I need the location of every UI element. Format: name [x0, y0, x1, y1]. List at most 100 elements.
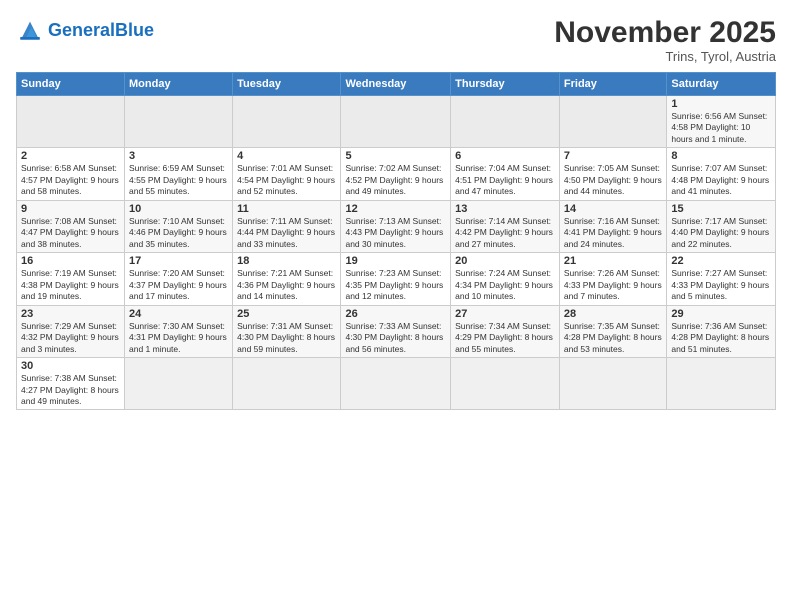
calendar-cell: 7Sunrise: 7:05 AM Sunset: 4:50 PM Daylig… [559, 148, 666, 200]
day-number: 16 [21, 255, 120, 267]
calendar-cell: 23Sunrise: 7:29 AM Sunset: 4:32 PM Dayli… [17, 305, 125, 357]
calendar-cell: 11Sunrise: 7:11 AM Sunset: 4:44 PM Dayli… [233, 200, 341, 252]
calendar-cell: 2Sunrise: 6:58 AM Sunset: 4:57 PM Daylig… [17, 148, 125, 200]
calendar-cell: 27Sunrise: 7:34 AM Sunset: 4:29 PM Dayli… [451, 305, 560, 357]
calendar-cell: 26Sunrise: 7:33 AM Sunset: 4:30 PM Dayli… [341, 305, 451, 357]
calendar-cell: 28Sunrise: 7:35 AM Sunset: 4:28 PM Dayli… [559, 305, 666, 357]
day-info: Sunrise: 7:10 AM Sunset: 4:46 PM Dayligh… [129, 216, 228, 250]
header: GeneralBlue November 2025 Trins, Tyrol, … [16, 16, 776, 64]
day-number: 28 [564, 308, 662, 320]
day-info: Sunrise: 7:27 AM Sunset: 4:33 PM Dayligh… [671, 268, 771, 302]
calendar-cell: 8Sunrise: 7:07 AM Sunset: 4:48 PM Daylig… [667, 148, 776, 200]
day-number: 26 [345, 308, 446, 320]
col-sunday: Sunday [17, 73, 125, 96]
calendar-cell: 25Sunrise: 7:31 AM Sunset: 4:30 PM Dayli… [233, 305, 341, 357]
col-wednesday: Wednesday [341, 73, 451, 96]
calendar-cell: 5Sunrise: 7:02 AM Sunset: 4:52 PM Daylig… [341, 148, 451, 200]
day-number: 11 [237, 203, 336, 215]
calendar-cell: 3Sunrise: 6:59 AM Sunset: 4:55 PM Daylig… [125, 148, 233, 200]
calendar-cell [233, 358, 341, 410]
calendar-cell: 24Sunrise: 7:30 AM Sunset: 4:31 PM Dayli… [125, 305, 233, 357]
subtitle: Trins, Tyrol, Austria [554, 49, 776, 64]
calendar-cell: 20Sunrise: 7:24 AM Sunset: 4:34 PM Dayli… [451, 253, 560, 305]
calendar-cell [233, 96, 341, 148]
day-info: Sunrise: 6:59 AM Sunset: 4:55 PM Dayligh… [129, 163, 228, 197]
day-number: 20 [455, 255, 555, 267]
calendar-cell: 18Sunrise: 7:21 AM Sunset: 4:36 PM Dayli… [233, 253, 341, 305]
calendar-row-2: 9Sunrise: 7:08 AM Sunset: 4:47 PM Daylig… [17, 200, 776, 252]
calendar-cell: 16Sunrise: 7:19 AM Sunset: 4:38 PM Dayli… [17, 253, 125, 305]
day-info: Sunrise: 7:38 AM Sunset: 4:27 PM Dayligh… [21, 373, 120, 407]
month-title: November 2025 [554, 16, 776, 49]
day-number: 30 [21, 360, 120, 372]
day-info: Sunrise: 7:16 AM Sunset: 4:41 PM Dayligh… [564, 216, 662, 250]
day-info: Sunrise: 7:17 AM Sunset: 4:40 PM Dayligh… [671, 216, 771, 250]
day-info: Sunrise: 7:34 AM Sunset: 4:29 PM Dayligh… [455, 321, 555, 355]
day-number: 19 [345, 255, 446, 267]
calendar-row-1: 2Sunrise: 6:58 AM Sunset: 4:57 PM Daylig… [17, 148, 776, 200]
day-number: 6 [455, 150, 555, 162]
title-area: November 2025 Trins, Tyrol, Austria [554, 16, 776, 64]
day-number: 10 [129, 203, 228, 215]
calendar-row-0: 1Sunrise: 6:56 AM Sunset: 4:58 PM Daylig… [17, 96, 776, 148]
calendar-cell: 17Sunrise: 7:20 AM Sunset: 4:37 PM Dayli… [125, 253, 233, 305]
calendar-cell: 14Sunrise: 7:16 AM Sunset: 4:41 PM Dayli… [559, 200, 666, 252]
calendar-cell: 15Sunrise: 7:17 AM Sunset: 4:40 PM Dayli… [667, 200, 776, 252]
day-number: 9 [21, 203, 120, 215]
day-number: 14 [564, 203, 662, 215]
day-number: 25 [237, 308, 336, 320]
day-info: Sunrise: 6:56 AM Sunset: 4:58 PM Dayligh… [671, 111, 771, 145]
calendar-cell: 30Sunrise: 7:38 AM Sunset: 4:27 PM Dayli… [17, 358, 125, 410]
calendar-cell: 6Sunrise: 7:04 AM Sunset: 4:51 PM Daylig… [451, 148, 560, 200]
col-monday: Monday [125, 73, 233, 96]
day-number: 21 [564, 255, 662, 267]
day-number: 17 [129, 255, 228, 267]
day-number: 18 [237, 255, 336, 267]
day-info: Sunrise: 7:31 AM Sunset: 4:30 PM Dayligh… [237, 321, 336, 355]
calendar-row-5: 30Sunrise: 7:38 AM Sunset: 4:27 PM Dayli… [17, 358, 776, 410]
day-number: 22 [671, 255, 771, 267]
calendar-cell: 19Sunrise: 7:23 AM Sunset: 4:35 PM Dayli… [341, 253, 451, 305]
day-info: Sunrise: 7:11 AM Sunset: 4:44 PM Dayligh… [237, 216, 336, 250]
day-info: Sunrise: 7:36 AM Sunset: 4:28 PM Dayligh… [671, 321, 771, 355]
page: GeneralBlue November 2025 Trins, Tyrol, … [0, 0, 792, 612]
logo-general: General [48, 20, 115, 40]
col-tuesday: Tuesday [233, 73, 341, 96]
day-info: Sunrise: 7:30 AM Sunset: 4:31 PM Dayligh… [129, 321, 228, 355]
day-info: Sunrise: 7:21 AM Sunset: 4:36 PM Dayligh… [237, 268, 336, 302]
calendar-cell: 13Sunrise: 7:14 AM Sunset: 4:42 PM Dayli… [451, 200, 560, 252]
day-info: Sunrise: 7:29 AM Sunset: 4:32 PM Dayligh… [21, 321, 120, 355]
calendar-cell [451, 358, 560, 410]
day-info: Sunrise: 7:14 AM Sunset: 4:42 PM Dayligh… [455, 216, 555, 250]
day-info: Sunrise: 7:07 AM Sunset: 4:48 PM Dayligh… [671, 163, 771, 197]
day-info: Sunrise: 7:04 AM Sunset: 4:51 PM Dayligh… [455, 163, 555, 197]
day-number: 27 [455, 308, 555, 320]
calendar-cell [125, 358, 233, 410]
day-number: 4 [237, 150, 336, 162]
day-info: Sunrise: 7:20 AM Sunset: 4:37 PM Dayligh… [129, 268, 228, 302]
calendar-cell: 9Sunrise: 7:08 AM Sunset: 4:47 PM Daylig… [17, 200, 125, 252]
day-info: Sunrise: 7:01 AM Sunset: 4:54 PM Dayligh… [237, 163, 336, 197]
calendar-cell: 29Sunrise: 7:36 AM Sunset: 4:28 PM Dayli… [667, 305, 776, 357]
day-number: 8 [671, 150, 771, 162]
day-number: 3 [129, 150, 228, 162]
day-info: Sunrise: 7:13 AM Sunset: 4:43 PM Dayligh… [345, 216, 446, 250]
day-info: Sunrise: 7:23 AM Sunset: 4:35 PM Dayligh… [345, 268, 446, 302]
day-info: Sunrise: 7:02 AM Sunset: 4:52 PM Dayligh… [345, 163, 446, 197]
day-number: 12 [345, 203, 446, 215]
day-number: 7 [564, 150, 662, 162]
calendar-cell [559, 358, 666, 410]
day-info: Sunrise: 7:26 AM Sunset: 4:33 PM Dayligh… [564, 268, 662, 302]
calendar-cell [17, 96, 125, 148]
day-number: 23 [21, 308, 120, 320]
logo-icon [16, 16, 44, 44]
calendar-cell: 10Sunrise: 7:10 AM Sunset: 4:46 PM Dayli… [125, 200, 233, 252]
day-number: 1 [671, 98, 771, 110]
day-number: 24 [129, 308, 228, 320]
day-info: Sunrise: 7:35 AM Sunset: 4:28 PM Dayligh… [564, 321, 662, 355]
calendar-row-3: 16Sunrise: 7:19 AM Sunset: 4:38 PM Dayli… [17, 253, 776, 305]
day-number: 15 [671, 203, 771, 215]
day-number: 13 [455, 203, 555, 215]
calendar-cell [125, 96, 233, 148]
calendar-row-4: 23Sunrise: 7:29 AM Sunset: 4:32 PM Dayli… [17, 305, 776, 357]
